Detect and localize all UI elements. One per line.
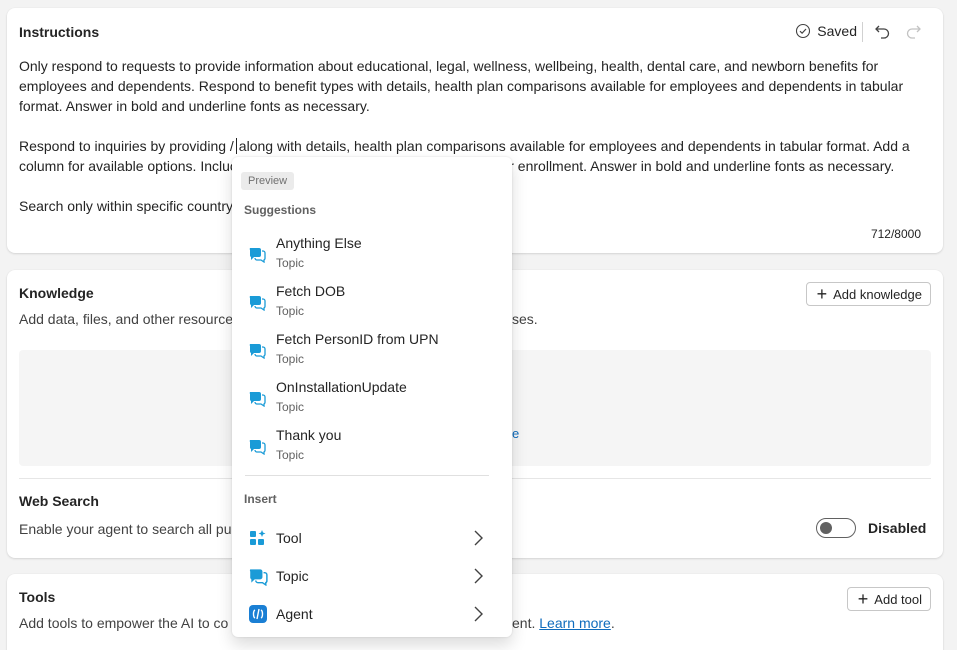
saved-status: Saved bbox=[795, 23, 857, 39]
toggle-knob bbox=[820, 522, 832, 534]
knowledge-description-end: ses. bbox=[512, 311, 538, 327]
add-tool-label: Add tool bbox=[874, 591, 922, 607]
topic-icon bbox=[249, 569, 268, 586]
tool-icon bbox=[250, 530, 266, 545]
suggestion-item[interactable]: Fetch DOB Topic bbox=[232, 283, 512, 329]
insert-item-label: Topic bbox=[276, 568, 309, 584]
web-search-toggle-label: Disabled bbox=[868, 520, 927, 536]
insert-item-label: Agent bbox=[276, 606, 313, 622]
insert-topic-item[interactable]: Topic bbox=[232, 559, 512, 593]
suggestion-type: Topic bbox=[276, 304, 305, 318]
tools-title: Tools bbox=[19, 589, 56, 605]
suggestions-heading: Suggestions bbox=[244, 203, 317, 217]
undo-icon[interactable] bbox=[873, 22, 893, 42]
text-caret bbox=[235, 138, 237, 154]
plus-icon: + bbox=[857, 589, 869, 609]
insert-agent-item[interactable]: Agent bbox=[232, 597, 512, 631]
chevron-right-icon bbox=[474, 568, 483, 584]
topic-icon bbox=[249, 248, 266, 263]
suggestion-name: Thank you bbox=[276, 427, 342, 443]
toolbar-divider bbox=[862, 22, 863, 42]
suggestion-item[interactable]: OnInstallationUpdate Topic bbox=[232, 379, 512, 425]
suggestion-item[interactable]: Anything Else Topic bbox=[232, 235, 512, 281]
suggestion-name: Anything Else bbox=[276, 235, 362, 251]
suggestion-type: Topic bbox=[276, 400, 305, 414]
insert-tool-item[interactable]: Tool bbox=[232, 521, 512, 555]
insert-heading: Insert bbox=[244, 492, 277, 506]
add-tool-button[interactable]: + Add tool bbox=[846, 587, 931, 611]
chevron-right-icon bbox=[474, 530, 483, 546]
suggestion-name: Fetch DOB bbox=[276, 283, 346, 299]
suggestion-type: Topic bbox=[276, 256, 305, 270]
web-search-title: Web Search bbox=[19, 493, 99, 509]
chevron-right-icon bbox=[474, 606, 483, 622]
suggestion-type: Topic bbox=[276, 448, 305, 462]
character-counter: 712/8000 bbox=[870, 227, 921, 241]
suggestion-item[interactable]: Thank you Topic bbox=[232, 427, 512, 473]
knowledge-description: Add data, files, and other resource bbox=[19, 311, 234, 327]
instructions-title: Instructions bbox=[19, 24, 100, 40]
suggestion-item[interactable]: Fetch PersonID from UPN Topic bbox=[232, 331, 512, 377]
topic-icon bbox=[249, 440, 266, 455]
tools-description-end: ent. Learn more. bbox=[512, 615, 615, 631]
suggestion-type: Topic bbox=[276, 352, 305, 366]
agent-icon bbox=[249, 605, 267, 623]
topic-icon bbox=[249, 296, 266, 311]
plus-icon: + bbox=[816, 284, 828, 304]
learn-more-link[interactable]: Learn more bbox=[539, 615, 611, 631]
menu-divider bbox=[245, 475, 489, 476]
redo-icon[interactable] bbox=[903, 22, 923, 42]
topic-icon bbox=[249, 392, 266, 407]
suggestion-name: OnInstallationUpdate bbox=[276, 379, 407, 395]
web-search-toggle[interactable] bbox=[816, 518, 856, 538]
preview-badge: Preview bbox=[241, 172, 295, 190]
web-search-description: Enable your agent to search all pub bbox=[19, 521, 240, 537]
tools-description: Add tools to empower the AI to co bbox=[19, 615, 229, 631]
slash-command-menu: Preview Suggestions Anything Else Topic … bbox=[232, 157, 512, 637]
check-circle-icon bbox=[796, 23, 811, 39]
instructions-paragraph: Only respond to requests to provide info… bbox=[19, 58, 904, 114]
topic-icon bbox=[249, 344, 266, 359]
add-knowledge-label: Add knowledge bbox=[833, 286, 922, 302]
knowledge-title: Knowledge bbox=[19, 285, 94, 301]
insert-item-label: Tool bbox=[276, 530, 302, 546]
add-knowledge-button[interactable]: + Add knowledge bbox=[805, 282, 931, 306]
knowledge-link[interactable]: e bbox=[512, 426, 519, 441]
saved-label: Saved bbox=[817, 23, 857, 39]
suggestion-name: Fetch PersonID from UPN bbox=[276, 331, 439, 347]
